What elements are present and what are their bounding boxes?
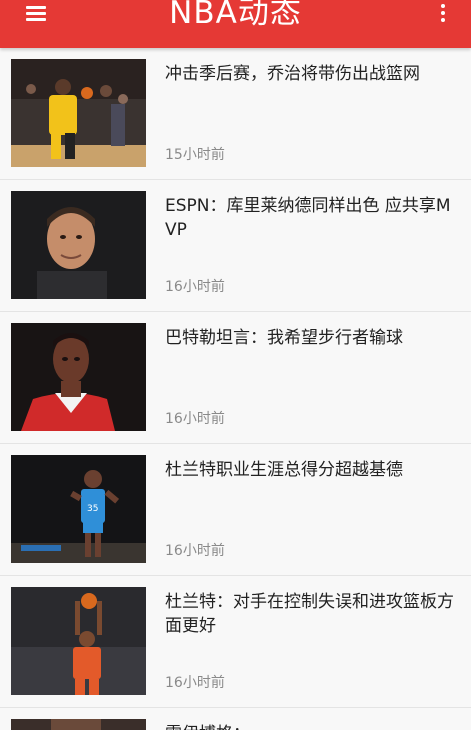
news-headline: 杜兰特：对手在控制失误和进攻篮板方面更好 <box>165 592 454 636</box>
news-list: 冲击季后赛，乔治将带伤出战篮网 15小时前 ESPN：库里莱纳德同样出色 应共享… <box>0 48 471 730</box>
news-headline: 杜兰特职业生涯总得分超越基德 <box>165 460 403 480</box>
news-time: 15小时前 <box>165 147 225 163</box>
news-item[interactable]: 杜兰特：对手在控制失误和进攻篮板方面更好 16小时前 <box>0 576 471 708</box>
news-thumbnail <box>11 191 146 299</box>
news-time: 16小时前 <box>165 279 225 295</box>
news-item[interactable]: 雷伊博格： <box>0 708 471 730</box>
news-item[interactable]: 冲击季后赛，乔治将带伤出战篮网 15小时前 <box>0 48 471 180</box>
news-item[interactable]: 巴特勒坦言：我希望步行者输球 16小时前 <box>0 312 471 444</box>
news-thumbnail: 35 <box>11 455 146 563</box>
news-time: 16小时前 <box>165 411 225 427</box>
news-thumbnail <box>11 59 146 167</box>
news-time: 16小时前 <box>165 675 225 691</box>
news-thumbnail <box>11 719 146 730</box>
news-headline: ESPN：库里莱纳德同样出色 应共享MVP <box>165 196 451 240</box>
overflow-menu-icon[interactable] <box>433 0 453 28</box>
news-thumbnail <box>11 587 146 695</box>
news-time: 16小时前 <box>165 543 225 559</box>
news-headline: 冲击季后赛，乔治将带伤出战篮网 <box>165 64 420 84</box>
page-title: NBA动态 <box>169 0 302 31</box>
news-item[interactable]: 35 杜兰特职业生涯总得分超越基德 16小时前 <box>0 444 471 576</box>
svg-text:35: 35 <box>87 504 98 514</box>
news-item[interactable]: ESPN：库里莱纳德同样出色 应共享MVP 16小时前 <box>0 180 471 312</box>
news-thumbnail <box>11 323 146 431</box>
news-headline: 雷伊博格： <box>165 722 461 730</box>
app-screen: NBA动态 冲击季后赛，乔治将带伤出战篮网 15小时前 ESPN：库里莱纳德同样… <box>0 0 471 730</box>
news-headline: 巴特勒坦言：我希望步行者输球 <box>165 328 403 348</box>
app-toolbar: NBA动态 <box>0 0 471 48</box>
